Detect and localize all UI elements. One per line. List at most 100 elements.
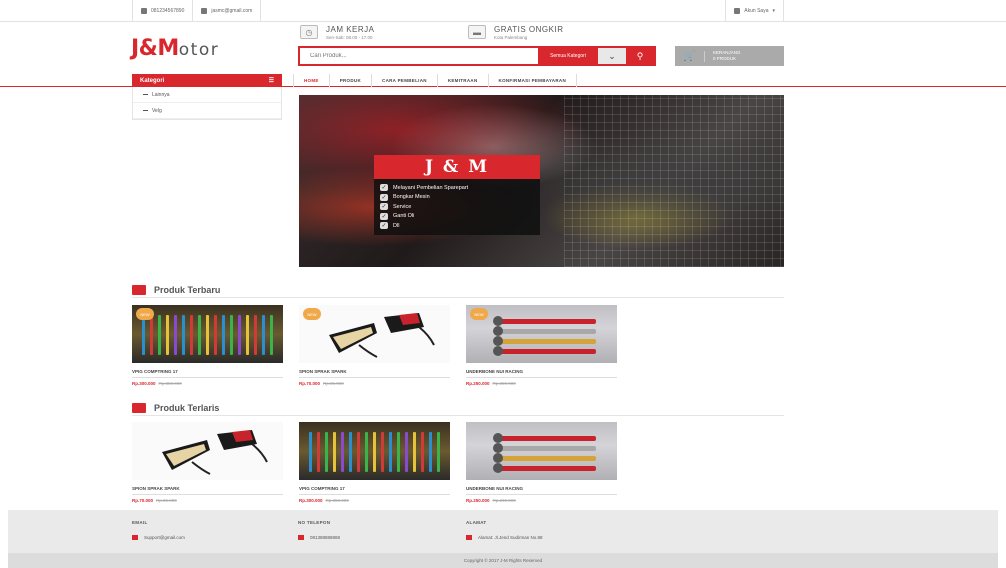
product-card[interactable]: UNDERBONE NUI RACING Rp.250.000 Rp.290.00… — [466, 422, 617, 503]
sidebar-item-velg[interactable]: Velg — [133, 103, 281, 119]
product-image[interactable] — [299, 422, 450, 480]
price-old: Rp.290.000 — [492, 381, 516, 386]
truck-icon: ▬ — [468, 25, 486, 39]
footer-phone-value[interactable]: 081388888888 — [310, 535, 340, 540]
footer-email-label: EMAIL — [132, 520, 148, 525]
product-name[interactable]: VPIG COMPTRING 17 — [132, 369, 283, 378]
price-current: Rp.70.000 — [299, 381, 321, 386]
nav-home[interactable]: HOME — [293, 74, 330, 87]
map-pin-icon — [466, 535, 472, 540]
search-button[interactable]: ⚲ — [626, 48, 654, 64]
account-menu[interactable]: Akun Saya ▾ — [725, 0, 784, 22]
section-title: Produk Terlaris — [154, 402, 220, 413]
new-badge: NEW — [470, 308, 488, 320]
section-header-new: Produk Terbaru — [132, 282, 784, 298]
product-price: Rp.300.000 Rp.350.000 — [132, 381, 283, 386]
product-card[interactable]: SPION SPRAK SPARK Rp.70.000 Rp.85.000 — [132, 422, 283, 503]
banner-service-text: Ganti Oli — [393, 213, 415, 220]
product-image[interactable] — [466, 422, 617, 480]
check-icon: ✓ — [380, 193, 388, 201]
product-image[interactable]: NEW — [132, 305, 283, 363]
topbar-email-text: jasmc@gmail.com — [211, 8, 253, 14]
product-image[interactable]: NEW — [299, 305, 450, 363]
mirror-image — [162, 430, 268, 475]
product-card[interactable]: VPIG COMPTRING 17 Rp.300.000 Rp.350.000 — [299, 422, 450, 503]
clock-icon: ◷ — [300, 25, 318, 39]
main-nav: Kategori ☰ HOME PRODUK CARA PEMBELIAN KE… — [0, 74, 1006, 87]
price-old: Rp.350.000 — [158, 381, 182, 386]
product-image[interactable]: NEW — [466, 305, 617, 363]
product-name[interactable]: SPION SPRAK SPARK — [299, 369, 450, 378]
price-current: Rp.250.000 — [466, 381, 490, 386]
section-header-best: Produk Terlaris — [132, 400, 784, 416]
product-price: Rp.70.000 Rp.85.000 — [299, 381, 450, 386]
top-bar: 081234567890 jasmc@gmail.com Akun Saya ▾ — [0, 0, 1006, 22]
footer-address: ALAMAT Alamat: Jl.Jend Sudirman No.88 — [466, 520, 543, 540]
nav-konfirmasi-pembayaran[interactable]: KONFIRMASI PEMBAYARAN — [489, 74, 577, 87]
product-card[interactable]: NEW VPIG COMPTRING 17 Rp.300.000 Rp.350.0… — [132, 305, 283, 386]
product-card[interactable]: NEW UNDERBONE NUI RACING Rp.250.000 Rp.29… — [466, 305, 617, 386]
copyright-bar: Copyright © 2017 J-M Rights Reserved — [8, 553, 998, 568]
check-icon: ✓ — [380, 212, 388, 220]
price-current: Rp.250.000 — [466, 498, 490, 503]
banner-service-item: ✓ Bongkar Mesin — [380, 193, 534, 203]
category-toggle[interactable]: Kategori ☰ — [132, 74, 282, 87]
banner-service-item: ✓ Ganti Oli — [380, 212, 534, 222]
price-old: Rp.290.000 — [492, 498, 516, 503]
topbar-phone[interactable]: 081234567890 — [132, 0, 194, 22]
shipping-title: GRATIS ONGKIR — [494, 25, 564, 34]
banner-service-text: Dll — [393, 222, 400, 229]
footer-email-value[interactable]: Support@gmail.com — [144, 535, 185, 540]
hero-banner[interactable]: J & M ✓ Melayani Pembelian Sparepart ✓ Bon… — [299, 95, 784, 267]
user-icon — [734, 8, 741, 14]
sidebar-item-lainnya[interactable]: Lainnya — [133, 87, 281, 103]
banner-service-item: ✓ Melayani Pembelian Sparepart — [380, 183, 534, 193]
new-badge: NEW — [136, 308, 154, 320]
work-hours-sub: Sen-Sab: 08.00 - 17.00 — [326, 35, 373, 40]
product-name[interactable]: VPIG COMPTRING 17 — [299, 486, 450, 495]
product-name[interactable]: UNDERBONE NUI RACING — [466, 486, 617, 495]
phone-icon — [298, 535, 304, 540]
search-category-select[interactable]: Semua Kategori — [538, 48, 598, 64]
check-icon: ✓ — [380, 184, 388, 192]
work-hours-info: ◷ JAM KERJA Sen-Sab: 08.00 - 17.00 — [300, 25, 375, 40]
mail-icon — [201, 8, 208, 14]
price-old: Rp.85.000 — [156, 498, 177, 503]
shipping-info: ▬ GRATIS ONGKIR Kota Palembang — [468, 25, 563, 40]
cart-count: 0 PRODUK — [713, 56, 737, 61]
phone-icon — [141, 8, 147, 14]
search-input[interactable] — [300, 48, 538, 64]
product-name[interactable]: SPION SPRAK SPARK — [132, 486, 283, 495]
new-badge: NEW — [303, 308, 321, 320]
banner-service-text: Melayani Pembelian Sparepart — [393, 184, 469, 191]
footer-phone-label: NO TELEPON — [298, 520, 331, 525]
dash-icon — [143, 110, 148, 111]
site-logo[interactable]: J&Motor — [131, 36, 219, 61]
price-old: Rp.350.000 — [325, 498, 349, 503]
banner-background — [564, 95, 784, 267]
banner-service-item: ✓ Dll — [380, 221, 534, 231]
product-price: Rp.250.000 Rp.290.000 — [466, 498, 617, 503]
product-price: Rp.70.000 Rp.85.000 — [132, 498, 283, 503]
top-bar-inner: 081234567890 jasmc@gmail.com Akun Saya ▾ — [132, 0, 784, 22]
search-icon: ⚲ — [636, 50, 644, 61]
nav-produk[interactable]: PRODUK — [330, 74, 373, 87]
nav-kemitraan[interactable]: KEMITRAAN — [438, 74, 489, 87]
product-price: Rp.250.000 Rp.290.000 — [466, 381, 617, 386]
banner-service-text: Bongkar Mesin — [393, 194, 430, 201]
copyright-text: Copyright © 2017 J-M Rights Reserved — [463, 558, 543, 563]
search-bar: Semua Kategori ⌄ ⚲ — [298, 46, 656, 66]
chevron-down-icon: ▾ — [772, 8, 775, 14]
nav-cara-pembelian[interactable]: CARA PEMBELIAN — [372, 74, 438, 87]
banner-service-item: ✓ Service — [380, 202, 534, 212]
shipping-sub: Kota Palembang — [494, 35, 528, 40]
product-card[interactable]: NEW SPION SPRAK SPARK Rp.70.000 Rp.85.000 — [299, 305, 450, 386]
product-image[interactable] — [132, 422, 283, 480]
cart-icon: 🛒 — [675, 50, 705, 62]
cart-button[interactable]: 🛒 KERANJANG 0 PRODUK — [675, 46, 784, 66]
mail-icon — [132, 535, 138, 540]
dash-icon — [143, 94, 148, 95]
topbar-email[interactable]: jasmc@gmail.com — [193, 0, 262, 22]
product-name[interactable]: UNDERBONE NUI RACING — [466, 369, 617, 378]
chevron-down-icon[interactable]: ⌄ — [598, 48, 626, 64]
